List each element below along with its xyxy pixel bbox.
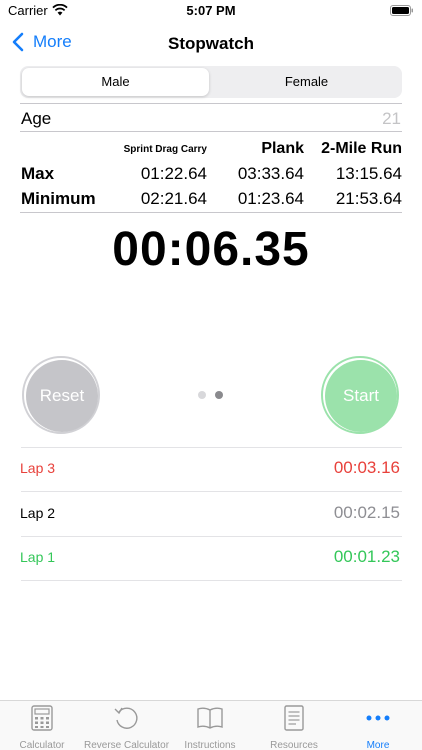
- lap-divider: [21, 580, 402, 581]
- max-two-mile-run: 13:15.64: [335, 164, 402, 183]
- lap-time: 00:01.23: [333, 547, 400, 566]
- book-icon: [197, 707, 223, 729]
- row-label-max: Max: [21, 164, 55, 183]
- status-bar: Carrier 5:07 PM: [0, 0, 422, 22]
- lap-name: Lap 1: [20, 549, 56, 565]
- divider: [20, 103, 402, 104]
- tab-label: Instructions: [184, 740, 236, 750]
- tab-label: Calculator: [19, 740, 65, 750]
- page-indicator-dot[interactable]: [198, 391, 206, 399]
- lap-name: Lap 2: [20, 505, 56, 521]
- tab-bar: Calculator Reverse Calculator Instructio…: [0, 700, 422, 750]
- tab-instructions[interactable]: Instructions: [168, 704, 252, 750]
- reverse-calculator-icon: [114, 707, 138, 729]
- document-icon: [284, 705, 304, 731]
- status-time: 5:07 PM: [186, 3, 236, 18]
- lap-name: Lap 3: [20, 460, 56, 476]
- reset-button[interactable]: Reset: [22, 356, 100, 434]
- tab-resources[interactable]: Resources: [252, 704, 336, 750]
- page-title: Stopwatch: [168, 34, 254, 53]
- lap-row: Lap 1 00:01.23: [0, 536, 422, 580]
- column-header-plank: Plank: [261, 140, 304, 157]
- more-icon: [366, 715, 390, 721]
- battery-icon: [390, 5, 413, 16]
- age-label: Age: [21, 109, 52, 128]
- max-plank: 03:33.64: [237, 164, 304, 183]
- page-indicator-dot-active[interactable]: [215, 391, 223, 399]
- minimum-sprint-drag-carry: 02:21.64: [140, 189, 207, 208]
- column-header-sprint-drag-carry: Sprint Drag Carry: [123, 144, 207, 155]
- lap-row: Lap 2 00:02.15: [0, 492, 422, 536]
- calculator-icon: [31, 705, 53, 731]
- segment-female[interactable]: Female: [213, 68, 400, 96]
- max-sprint-drag-carry: 01:22.64: [140, 164, 207, 183]
- tab-label: Reverse Calculator: [84, 740, 170, 750]
- row-label-minimum: Minimum: [21, 189, 96, 208]
- divider: [20, 131, 402, 132]
- lap-time: 00:02.15: [333, 503, 400, 522]
- start-button[interactable]: Start: [321, 356, 399, 434]
- minimum-plank: 01:23.64: [237, 189, 304, 208]
- tab-label: More: [366, 740, 390, 750]
- column-header-two-mile-run: 2-Mile Run: [321, 140, 402, 157]
- reset-button-label: Reset: [26, 360, 98, 432]
- start-button-label: Start: [325, 360, 397, 432]
- age-input[interactable]: 21: [382, 109, 401, 129]
- tab-reverse-calculator[interactable]: Reverse Calculator: [84, 704, 170, 750]
- tab-label: Resources: [270, 740, 318, 750]
- lap-time: 00:03.16: [333, 458, 400, 477]
- divider: [20, 212, 402, 213]
- lap-row: Lap 3 00:03.16: [0, 447, 422, 491]
- tab-more[interactable]: More: [336, 704, 420, 750]
- stopwatch-timer: 00:06.35: [112, 223, 310, 276]
- gender-segmented-control: Male Female: [20, 66, 402, 98]
- navigation-bar: More Stopwatch: [0, 24, 422, 64]
- segment-male[interactable]: Male: [22, 68, 209, 96]
- minimum-two-mile-run: 21:53.64: [335, 189, 402, 208]
- tab-calculator[interactable]: Calculator: [0, 704, 84, 750]
